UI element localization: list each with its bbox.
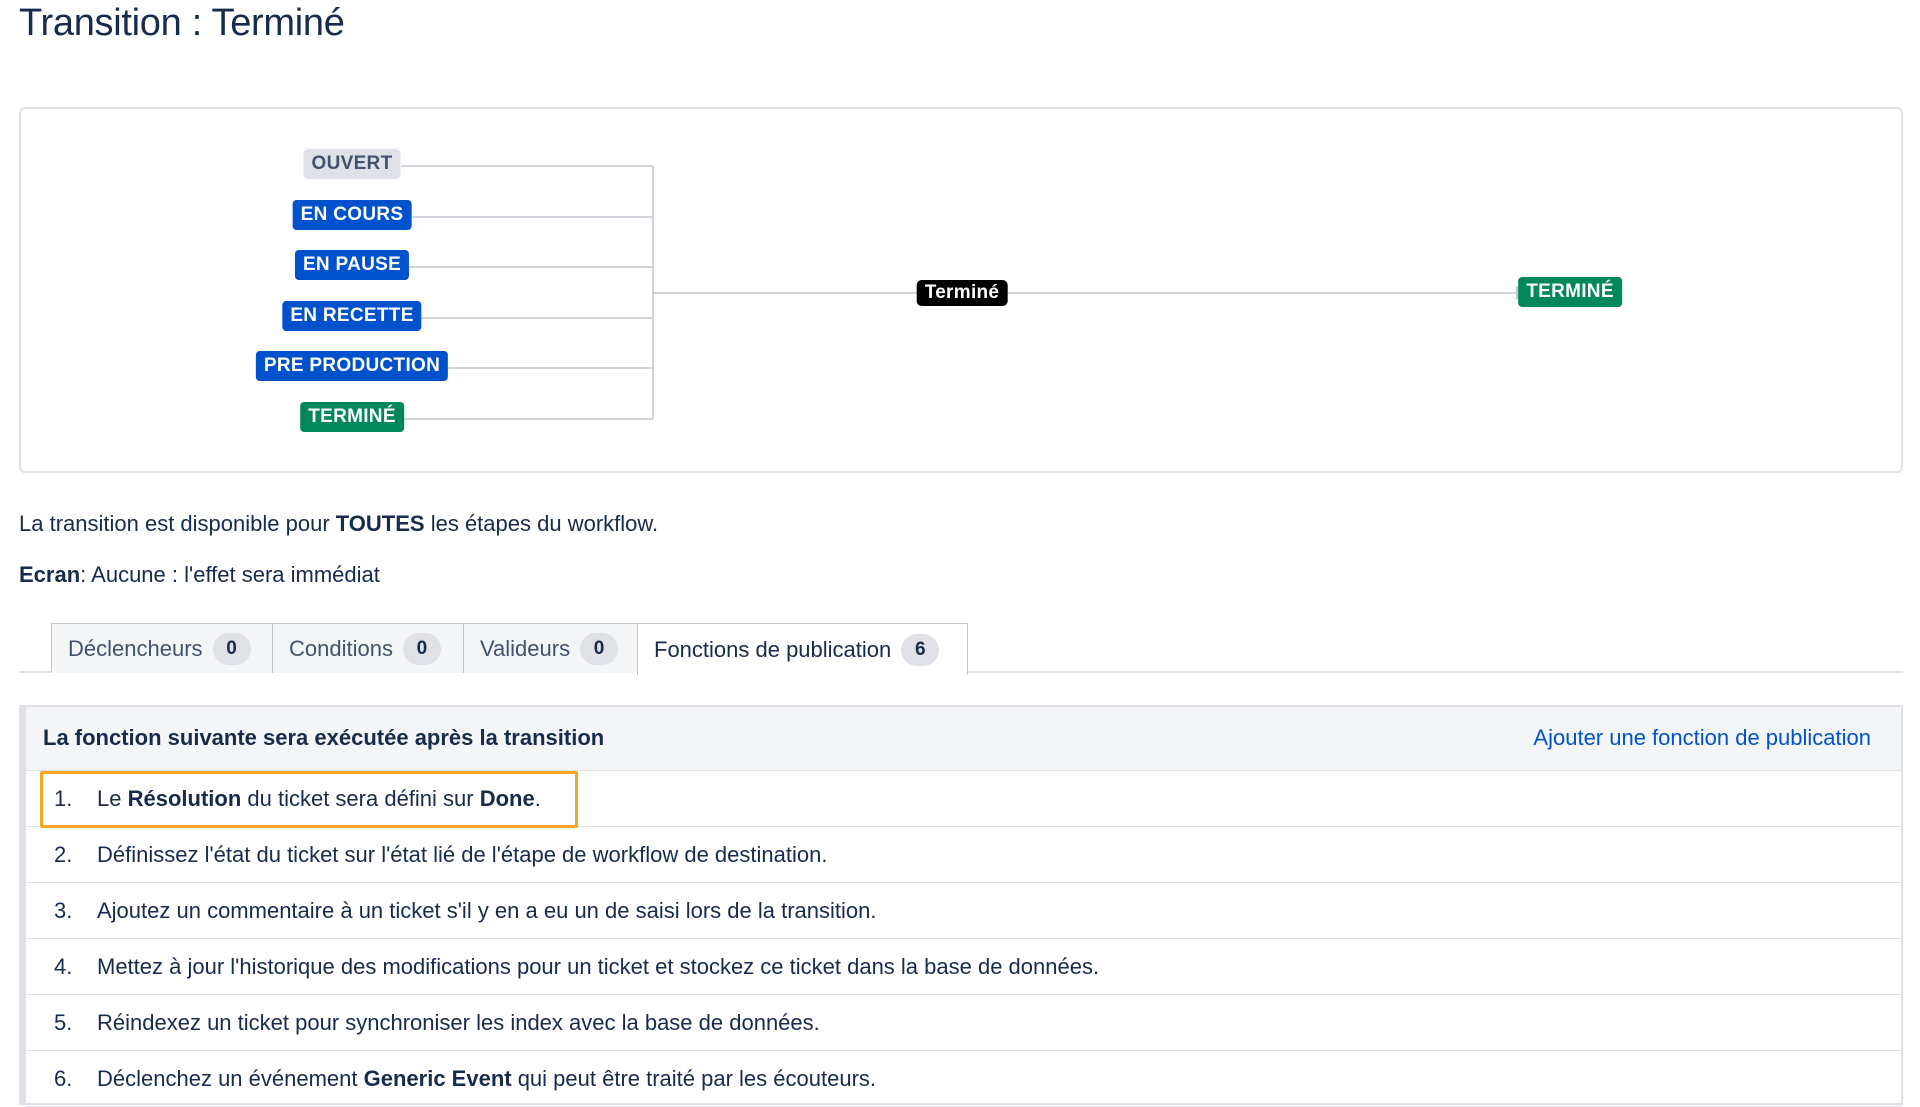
- row-text-part: qui peut être traité par les écouteurs.: [511, 1066, 877, 1091]
- status-ouvert: OUVERT: [303, 149, 401, 179]
- row-number: 2.: [54, 842, 73, 867]
- transition-label: Terminé: [916, 280, 1008, 306]
- row-text: Réindexez un ticket pour synchroniser le…: [97, 1010, 820, 1035]
- tab-conditions[interactable]: Conditions 0: [272, 623, 464, 673]
- status-en-recette: EN RECETTE: [282, 301, 422, 331]
- panel-header: La fonction suivante sera exécutée après…: [26, 707, 1901, 771]
- tab-valideurs[interactable]: Valideurs 0: [463, 623, 638, 673]
- post-function-row: 6. Déclenchez un événement Generic Event…: [26, 1051, 1901, 1107]
- tab-declencheurs[interactable]: Déclencheurs 0: [51, 623, 273, 673]
- tab-label: Valideurs: [480, 635, 571, 661]
- post-functions-panel: La fonction suivante sera exécutée après…: [19, 705, 1903, 1107]
- tab-count-badge: 6: [901, 633, 940, 666]
- highlight-box: [40, 771, 578, 828]
- tab-bar: Déclencheurs 0 Conditions 0 Valideurs 0 …: [19, 623, 1903, 675]
- row-number: 3.: [54, 898, 73, 923]
- screen-text: Ecran: Aucune : l'effet sera immédiat: [19, 562, 380, 588]
- tab-label: Déclencheurs: [68, 635, 203, 661]
- tab-fonctions-de-publication[interactable]: Fonctions de publication 6: [637, 623, 968, 675]
- row-text: Déclenchez un événement Generic Event qu…: [97, 1066, 876, 1092]
- tab-label: Conditions: [289, 635, 393, 661]
- add-post-function-link[interactable]: Ajouter une fonction de publication: [1533, 725, 1871, 751]
- status-termine-source: TERMINÉ: [300, 402, 404, 432]
- row-text: Mettez à jour l'historique des modificat…: [97, 954, 1100, 979]
- row-number: 4.: [54, 954, 73, 979]
- tab-count-badge: 0: [402, 632, 441, 665]
- post-function-row: 5. Réindexez un ticket pour synchroniser…: [26, 995, 1901, 1051]
- row-number: 5.: [54, 1010, 73, 1035]
- screen-label: Ecran: [19, 562, 81, 587]
- row-text: Ajoutez un commentaire à un ticket s'il …: [97, 898, 877, 923]
- availability-text: La transition est disponible pour TOUTES…: [19, 511, 658, 537]
- post-function-row: 3. Ajoutez un commentaire à un ticket s'…: [26, 883, 1901, 939]
- tab-count-badge: 0: [580, 632, 619, 665]
- page-title: Transition : Terminé: [19, 2, 345, 44]
- availability-suffix: les étapes du workflow.: [424, 511, 659, 536]
- row-text-bold: Generic Event: [363, 1066, 512, 1091]
- workflow-diagram: OUVERT EN COURS EN PAUSE EN RECETTE PRE …: [19, 107, 1903, 473]
- status-pre-production: PRE PRODUCTION: [255, 351, 449, 381]
- panel-title: La fonction suivante sera exécutée après…: [43, 725, 605, 750]
- row-text: Définissez l'état du ticket sur l'état l…: [97, 842, 828, 867]
- availability-prefix: La transition est disponible pour: [19, 511, 336, 536]
- screen-value: : Aucune : l'effet sera immédiat: [80, 562, 380, 587]
- availability-bold: TOUTES: [335, 511, 425, 536]
- status-termine-target: TERMINÉ: [1518, 277, 1622, 307]
- post-function-row: 4. Mettez à jour l'historique des modifi…: [26, 939, 1901, 995]
- post-function-row: 2. Définissez l'état du ticket sur l'éta…: [26, 827, 1901, 883]
- status-en-pause: EN PAUSE: [294, 250, 410, 280]
- status-en-cours: EN COURS: [292, 200, 412, 230]
- row-text-part: Déclenchez un événement: [97, 1066, 364, 1091]
- tab-label: Fonctions de publication: [654, 636, 892, 662]
- tab-count-badge: 0: [212, 632, 251, 665]
- row-number: 6.: [54, 1066, 73, 1091]
